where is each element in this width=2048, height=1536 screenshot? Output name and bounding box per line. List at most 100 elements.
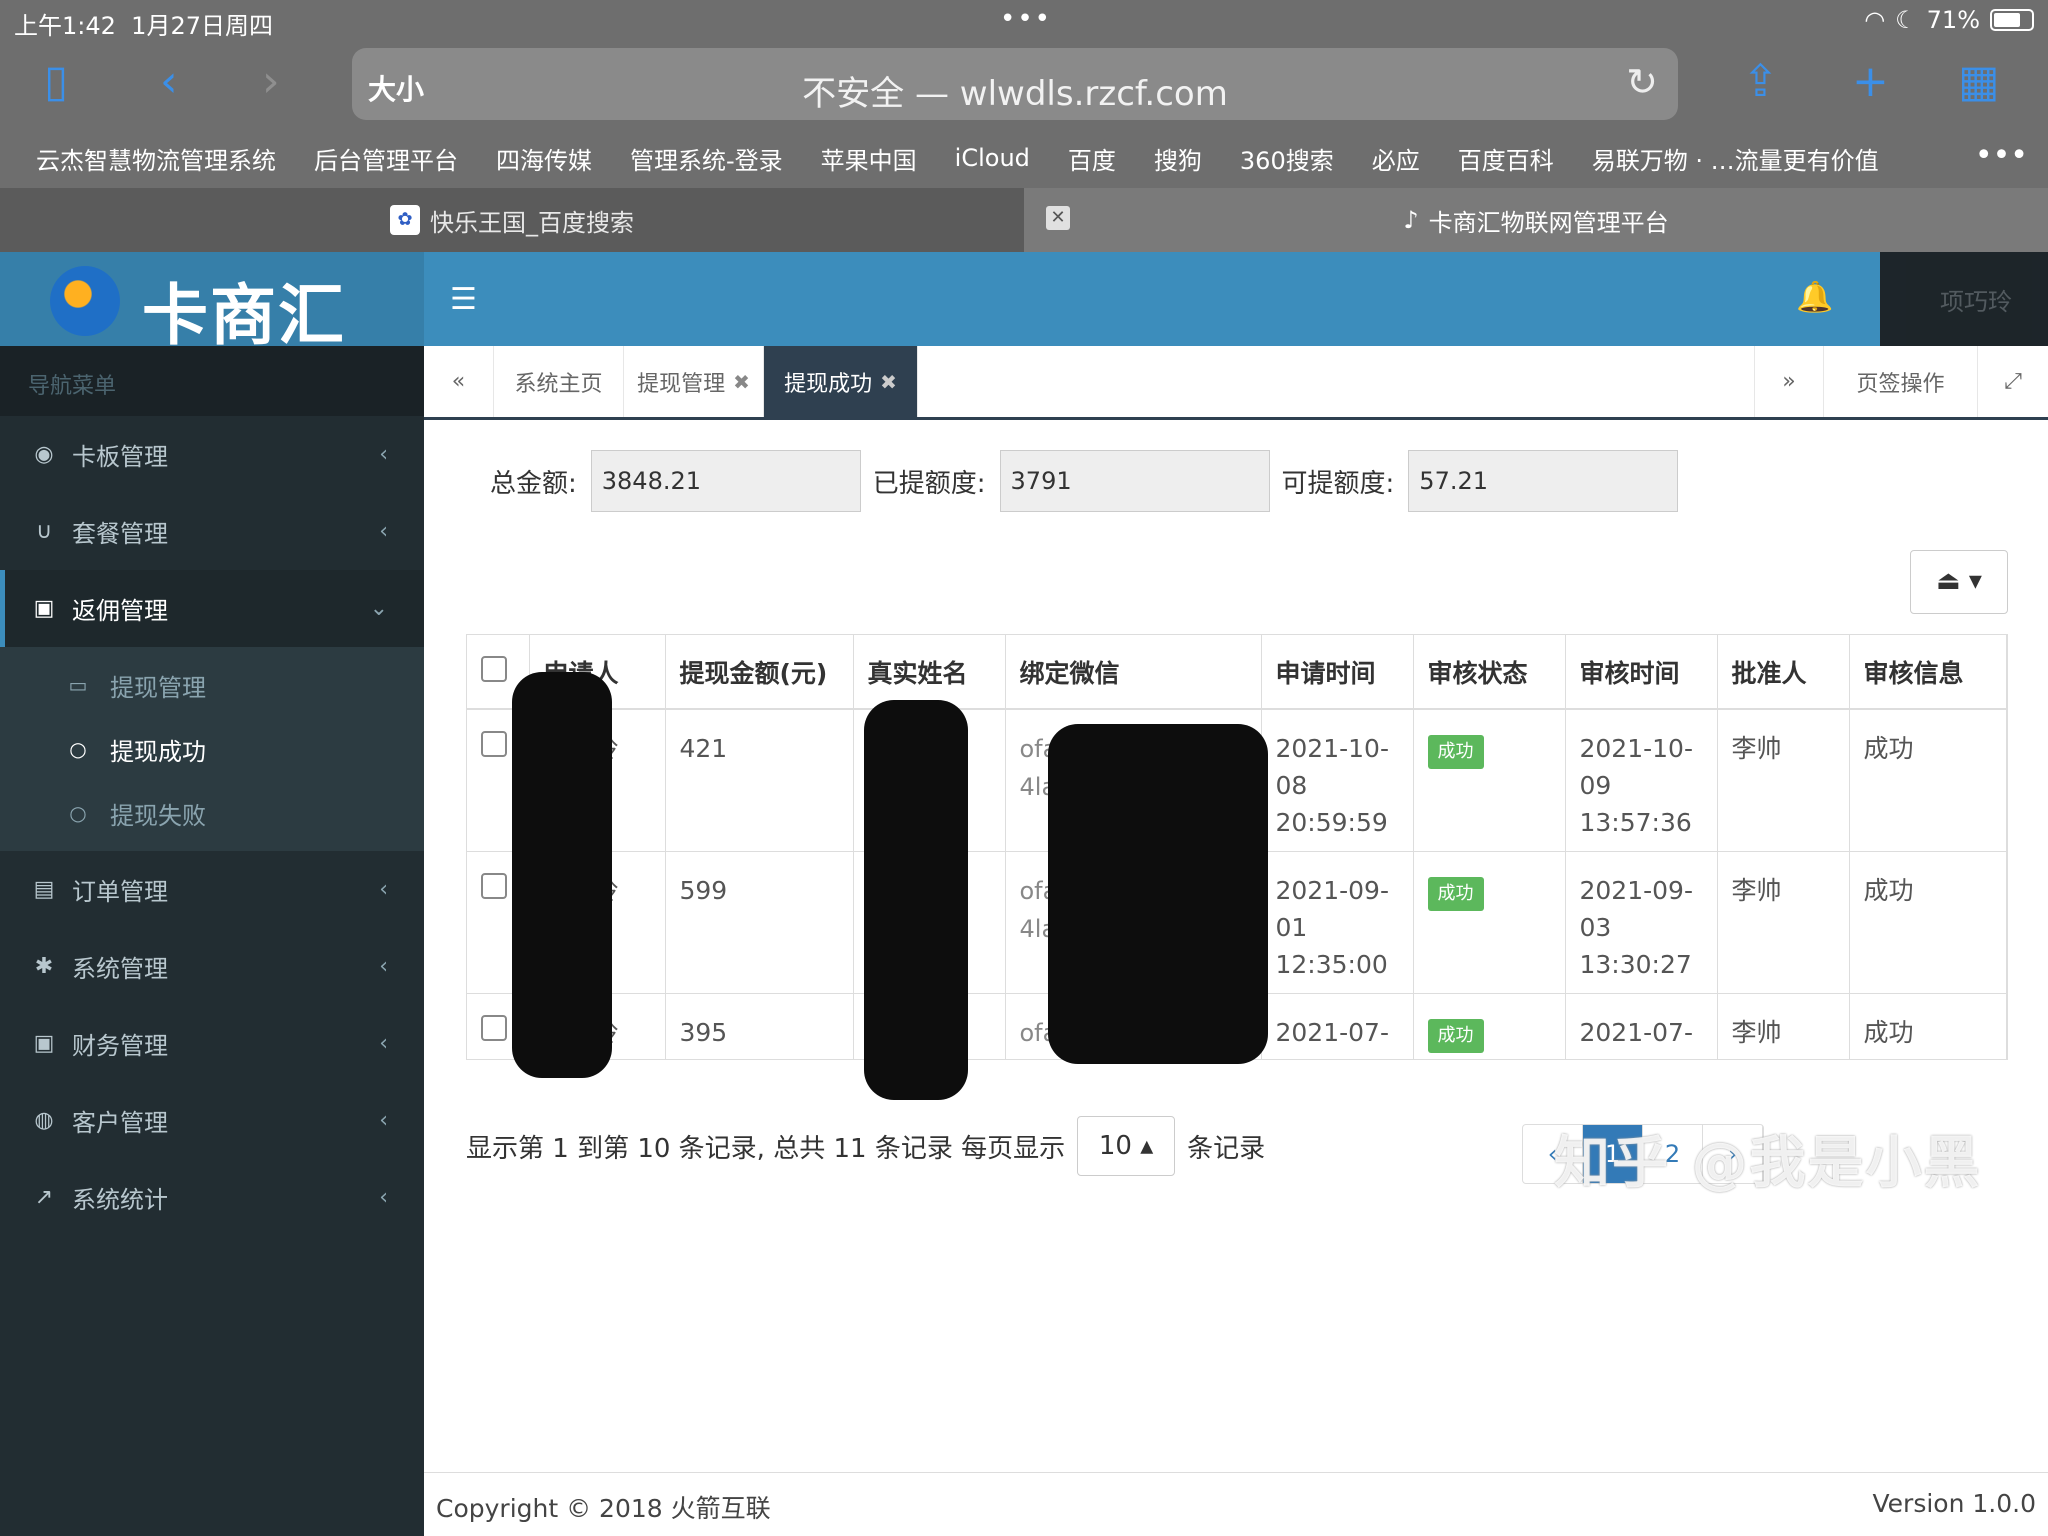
new-tab-icon[interactable]: + (1852, 58, 1889, 106)
apply-time-text: 2021-09-01 12:35:00 (1275, 875, 1389, 979)
col-approver[interactable]: 批准人 (1717, 635, 1850, 710)
bookmark-item[interactable]: 云杰智慧物流管理系统 (36, 141, 276, 176)
bookmark-item[interactable]: iCloud (955, 144, 1030, 172)
bookmark-item[interactable]: 易联万物 · …流量更有价值 (1592, 141, 1879, 176)
tab-ops-button[interactable]: 页签操作 (1824, 346, 1978, 417)
sidebar-item-finance[interactable]: ▣ 财务管理 ‹ (0, 1005, 424, 1082)
address-text[interactable]: 不安全 — wlwdls.rzcf.com (352, 66, 1678, 115)
subitem-label: 提现失败 (110, 801, 206, 830)
select-all-checkbox[interactable] (481, 655, 507, 682)
chevron-left-icon: ‹ (379, 954, 388, 979)
page-tabs: « 系统主页 提现管理 ✖ 提现成功 ✖ » 页签操作 ⤢ (424, 346, 2048, 420)
row-checkbox[interactable] (481, 1014, 507, 1041)
info-text: 成功 (1863, 875, 1914, 905)
more-bookmarks-icon[interactable]: ••• (1975, 138, 2028, 173)
sidebar-item-package[interactable]: ∪ 套餐管理 ‹ (0, 493, 424, 570)
close-tab-icon[interactable]: ✕ (1046, 206, 1070, 230)
browser-tab[interactable]: ✿ 快乐王国_百度搜索 (0, 188, 1024, 252)
sidebar-item-label: 订单管理 (72, 878, 168, 906)
info-text: 成功 (1863, 734, 1914, 763)
row-checkbox[interactable] (481, 872, 507, 899)
info-cell: 成功 (1849, 851, 2007, 994)
total-field: 3848.21 (590, 450, 861, 512)
table-header-row: 申请人 提现金额(元) 真实姓名 绑定微信 申请时间 审核状态 审核时间 批准人… (467, 635, 2007, 710)
sidebar-item-commission[interactable]: ▣ 返佣管理 ⌄ (0, 570, 424, 647)
approver-text: 李帅 (1731, 734, 1782, 763)
col-apply-time[interactable]: 申请时间 (1261, 635, 1414, 710)
reload-icon[interactable]: ↻ (1626, 60, 1658, 104)
menu-toggle-icon[interactable]: ☰ (450, 282, 477, 317)
tab-withdraw-success[interactable]: 提现成功 ✖ (764, 346, 918, 417)
magnet-icon: ∪ (35, 519, 53, 544)
bookmark-item[interactable]: 必应 (1372, 141, 1420, 176)
col-amount[interactable]: 提现金额(元) (665, 635, 854, 710)
row-checkbox[interactable] (481, 731, 507, 757)
amount-text: 599 (679, 875, 728, 905)
fullscreen-icon[interactable]: ⤢ (1978, 346, 2048, 417)
redaction-mark (512, 672, 612, 1078)
bookmark-item[interactable]: 360搜索 (1240, 141, 1334, 176)
redaction-mark (864, 700, 968, 1100)
tabs-scroll-left-icon[interactable]: « (424, 346, 494, 417)
address-bar[interactable]: 大小 不安全 — wlwdls.rzcf.com ↻ (352, 48, 1678, 120)
forward-icon[interactable]: › (262, 58, 280, 106)
chevron-left-icon: ‹ (379, 442, 388, 467)
sidebar: 导航菜单 ◉ 卡板管理 ‹ ∪ 套餐管理 ‹ ▣ 返佣管理 ⌄ ▭ 提现管理 ○… (0, 346, 424, 1536)
sidebar-subitem-withdraw-success[interactable]: ○ 提现成功 (0, 717, 424, 781)
close-icon[interactable]: ✖ (733, 370, 750, 394)
bookmark-item[interactable]: 后台管理平台 (314, 141, 458, 176)
chevron-left-icon: ‹ (379, 877, 388, 902)
logo[interactable]: 卡商汇 (0, 252, 424, 354)
pager-suffix: 条记录 (1187, 1133, 1266, 1164)
sidebar-item-order[interactable]: ▤ 订单管理 ‹ (0, 851, 424, 928)
logo-mark-icon (50, 266, 120, 336)
version: Version 1.0.0 (1872, 1489, 2037, 1518)
bookmark-item[interactable]: 百度 (1068, 141, 1116, 176)
col-info[interactable]: 审核信息 (1849, 635, 2007, 710)
bookmark-item[interactable]: 四海传媒 (496, 141, 592, 176)
caret-down-icon: ▾ (1968, 566, 1982, 596)
audit-time-cell: 2021-09-03 13:30:27 (1565, 851, 1718, 994)
user-icon: ◍ (34, 1108, 54, 1133)
col-status[interactable]: 审核状态 (1413, 635, 1566, 710)
bookmark-item[interactable]: 搜狗 (1154, 141, 1202, 176)
tab-home[interactable]: 系统主页 (494, 346, 624, 417)
tabs-overview-icon[interactable]: ▦ (1958, 58, 2000, 106)
user-menu[interactable]: 项巧玲 (1880, 252, 2048, 346)
share-icon[interactable]: ⇪ (1742, 58, 1779, 106)
browser-tab-active[interactable]: ✕ ♪ 卡商汇物联网管理平台 (1024, 188, 2048, 252)
bookmark-item[interactable]: 管理系统-登录 (630, 141, 783, 176)
sidebar-item-label: 卡板管理 (72, 443, 168, 471)
sidebar-subitem-withdraw-fail[interactable]: ○ 提现失败 (0, 781, 424, 845)
sidebar-subitem-withdraw-manage[interactable]: ▭ 提现管理 (0, 653, 424, 717)
back-icon[interactable]: ‹ (160, 58, 178, 106)
sidebar-item-stats[interactable]: ↗ 系统统计 ‹ (0, 1159, 424, 1236)
close-icon[interactable]: ✖ (880, 370, 897, 394)
battery-fill (1994, 13, 2020, 27)
col-wechat[interactable]: 绑定微信 (1005, 635, 1262, 710)
amount-cell: 599 (665, 851, 854, 994)
main-content: « 系统主页 提现管理 ✖ 提现成功 ✖ » 页签操作 ⤢ 总金额: 3848.21… (424, 346, 2048, 1536)
export-button[interactable]: ⏏ ▾ (1910, 550, 2008, 614)
multitask-dots[interactable]: ••• (1000, 4, 1052, 34)
status-cell: 成功 (1413, 709, 1566, 852)
available-field: 57.21 (1408, 450, 1679, 512)
amount-cell: 421 (665, 709, 854, 852)
bug-icon: ✱ (34, 954, 54, 979)
sidebar-item-customer[interactable]: ◍ 客户管理 ‹ (0, 1082, 424, 1159)
total-label: 总金额: (490, 468, 577, 499)
status-badge: 成功 (1427, 1018, 1484, 1053)
bookmark-item[interactable]: 百度百科 (1458, 141, 1554, 176)
col-audit-time[interactable]: 审核时间 (1565, 635, 1718, 710)
page-size-select[interactable]: 10 ▴ (1077, 1116, 1176, 1176)
export-icon: ⏏ (1936, 566, 1961, 596)
baidu-icon: ✿ (390, 205, 420, 235)
tab-withdraw-manage[interactable]: 提现管理 ✖ (624, 346, 764, 417)
sidebar-toggle-icon[interactable]: ▯ (44, 58, 68, 106)
col-real-name[interactable]: 真实姓名 (853, 635, 1006, 710)
bell-icon[interactable]: 🔔 (1796, 280, 1833, 315)
sidebar-item-system[interactable]: ✱ 系统管理 ‹ (0, 928, 424, 1005)
tabs-scroll-right-icon[interactable]: » (1754, 346, 1824, 417)
sidebar-item-card[interactable]: ◉ 卡板管理 ‹ (0, 416, 424, 493)
bookmark-item[interactable]: 苹果中国 (821, 141, 917, 176)
